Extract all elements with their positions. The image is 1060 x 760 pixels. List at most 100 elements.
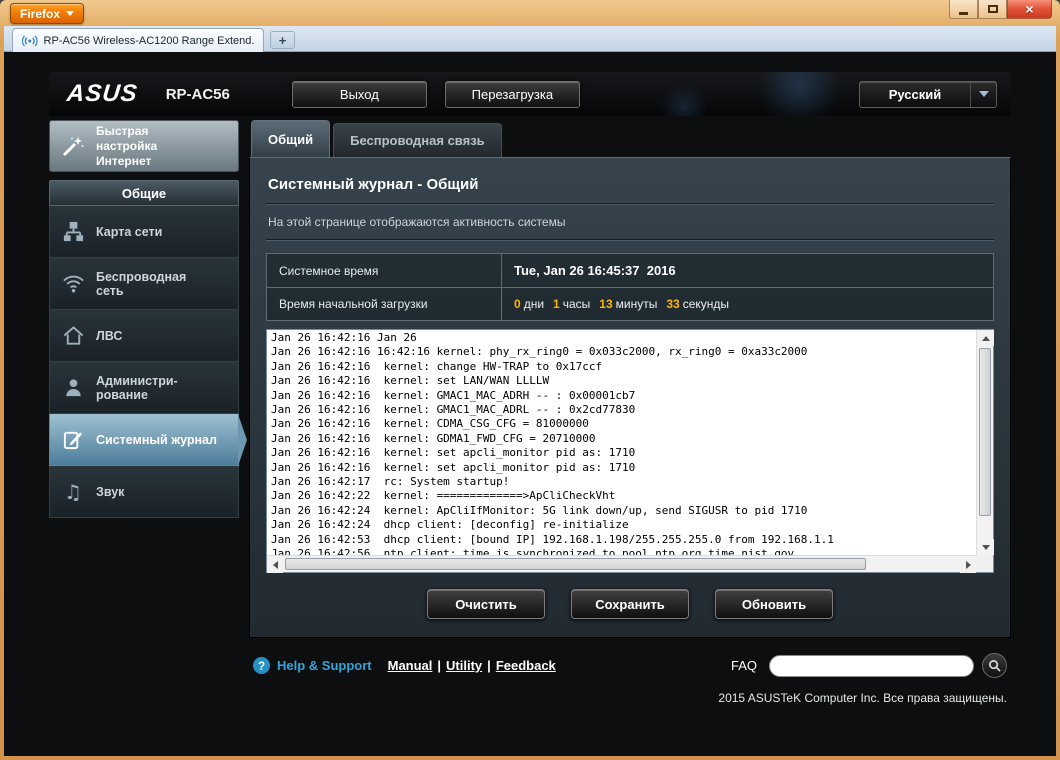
- minimize-button[interactable]: [949, 0, 978, 19]
- app-body: Быстрая настройка Интернет Общие Карта с…: [49, 120, 1011, 705]
- app-header: ASUS RP-AC56 Выход Перезагрузка Русский: [49, 72, 1011, 116]
- manual-link[interactable]: Manual: [388, 658, 433, 673]
- sidebar-item-label: Карта сети: [96, 224, 163, 239]
- tab-general[interactable]: Общий: [251, 120, 331, 157]
- search-icon: [989, 660, 1001, 672]
- sidebar-item-label: Системный журнал: [96, 432, 217, 447]
- language-select[interactable]: Русский: [859, 80, 997, 108]
- plus-icon: +: [278, 32, 287, 48]
- sidebar-item-system-log[interactable]: Системный журнал: [49, 414, 239, 466]
- new-tab-button[interactable]: +: [270, 31, 295, 49]
- help-icon: ?: [253, 657, 270, 674]
- reboot-button[interactable]: Перезагрузка: [444, 80, 580, 108]
- logout-button[interactable]: Выход: [291, 80, 427, 108]
- uptime-days-num: 0: [514, 297, 521, 311]
- uptime-seconds-unit: секунды: [682, 297, 730, 311]
- sidebar-item-label: Звук: [96, 484, 125, 499]
- utility-link[interactable]: Utility: [446, 658, 482, 673]
- asus-logo: ASUS: [65, 80, 140, 107]
- tab-wireless-log[interactable]: Беспроводная связь: [333, 123, 502, 157]
- sidebar-item-quick-setup[interactable]: Быстрая настройка Интернет: [49, 120, 239, 172]
- system-log-textarea[interactable]: Jan 26 16:42:16 Jan 26 Jan 26 16:42:16 1…: [266, 329, 994, 573]
- asus-admin-app: ASUS RP-AC56 Выход Перезагрузка Русский: [49, 72, 1011, 705]
- horizontal-scrollbar[interactable]: [267, 555, 976, 573]
- browser-tab[interactable]: RP-AC56 Wireless-AC1200 Range Extend...: [12, 28, 264, 52]
- system-time-value: Tue, Jan 26 16:45:37 2016: [501, 253, 994, 288]
- horizontal-scroll-thumb[interactable]: [285, 558, 867, 570]
- model-name: RP-AC56: [165, 85, 230, 103]
- close-button[interactable]: ×: [1007, 0, 1052, 19]
- clear-button[interactable]: Очистить: [427, 589, 545, 619]
- browser-titlebar: Firefox ×: [0, 0, 1060, 26]
- log-text[interactable]: Jan 26 16:42:16 Jan 26 Jan 26 16:42:16 1…: [267, 330, 976, 555]
- section-title: Общие: [121, 185, 167, 201]
- system-time-label: Системное время: [266, 253, 502, 288]
- sidebar-item-administration[interactable]: Администри- рование: [49, 362, 239, 414]
- firefox-menu-button[interactable]: Firefox: [10, 3, 85, 24]
- table-row: Время начальной загрузки 0 дни 1 часы 13 мину…: [266, 287, 994, 321]
- sidebar-item-sound[interactable]: ♫ Звук: [49, 466, 239, 518]
- page-content: ASUS RP-AC56 Выход Перезагрузка Русский: [4, 52, 1056, 756]
- faq-label: FAQ: [730, 658, 757, 673]
- language-value: Русский: [888, 86, 942, 102]
- arrow-up-icon: [981, 335, 990, 341]
- admin-user-icon: [50, 376, 96, 399]
- tab-title: RP-AC56 Wireless-AC1200 Range Extend...: [43, 34, 254, 47]
- scroll-up-arrow[interactable]: [977, 330, 994, 346]
- sidebar-item-label: Быстрая настройка Интернет: [96, 123, 158, 168]
- sidebar-section-general: Общие: [49, 180, 239, 206]
- uptime-value: 0 дни 1 часы 13 минуты 33 секунды: [501, 287, 994, 321]
- maximize-button[interactable]: [978, 0, 1007, 19]
- uptime-hours-unit: часы: [562, 297, 591, 311]
- uptime-minutes-unit: минуты: [615, 297, 658, 311]
- feedback-link[interactable]: Feedback: [496, 658, 556, 673]
- refresh-button[interactable]: Обновить: [715, 589, 833, 619]
- uptime-label: Время начальной загрузки: [266, 287, 502, 321]
- minimize-icon: [959, 11, 968, 15]
- wifi-icon: [50, 272, 96, 295]
- browser-window: Firefox × RP-AC56 Wireless-AC1200 Range …: [0, 0, 1060, 760]
- copyright-text: 2015 ASUSTeK Computer Inc. Все права защ…: [718, 691, 1007, 705]
- sidebar-item-wireless[interactable]: Беспроводная сеть: [49, 258, 239, 310]
- vertical-scrollbar[interactable]: [976, 330, 994, 555]
- link-separator: |: [437, 658, 442, 673]
- close-icon: ×: [1025, 1, 1034, 17]
- save-button[interactable]: Сохранить: [571, 589, 689, 619]
- home-icon: [50, 324, 96, 347]
- uptime-seconds-num: 33: [666, 297, 680, 311]
- log-panel: Системный журнал - Общий На этой страниц…: [249, 157, 1011, 638]
- firefox-menu-label: Firefox: [20, 6, 61, 21]
- faq-search-input[interactable]: [769, 654, 974, 677]
- table-row: Системное время Tue, Jan 26 16:45:37 201…: [266, 253, 994, 288]
- log-pencil-icon: [50, 428, 96, 451]
- maximize-icon: [987, 5, 998, 13]
- arrow-right-icon: [965, 560, 971, 569]
- help-support-link[interactable]: Help & Support: [277, 658, 372, 673]
- action-buttons: Очистить Сохранить Обновить: [266, 589, 994, 619]
- uptime-hours-num: 1: [553, 297, 560, 311]
- sidebar-item-label: ЛВС: [96, 328, 123, 343]
- sidebar-item-network-map[interactable]: Карта сети: [49, 206, 239, 258]
- sidebar: Быстрая настройка Интернет Общие Карта с…: [49, 120, 239, 518]
- faq-search-button[interactable]: [982, 653, 1007, 678]
- sidebar-item-label: Беспроводная сеть: [96, 269, 187, 298]
- vertical-scroll-thumb[interactable]: [979, 348, 991, 516]
- window-controls: ×: [949, 0, 1052, 19]
- main-content: Общий Беспроводная связь Системный журна…: [249, 120, 1011, 705]
- scroll-down-arrow[interactable]: [977, 539, 994, 555]
- scroll-right-arrow[interactable]: [960, 556, 976, 573]
- sidebar-item-lan[interactable]: ЛВС: [49, 310, 239, 362]
- chevron-down-icon: [66, 11, 75, 16]
- arrow-left-icon: [272, 560, 278, 569]
- system-info-table: Системное время Tue, Jan 26 16:45:37 201…: [266, 253, 994, 321]
- scroll-left-arrow[interactable]: [267, 556, 283, 573]
- divider: [266, 239, 994, 241]
- link-separator: |: [487, 658, 491, 673]
- chevron-down-icon: [978, 91, 989, 97]
- footer: ? Help & Support Manual | Utility | Feed…: [249, 653, 1011, 678]
- sidebar-item-label: Администри- рование: [96, 373, 178, 402]
- language-dropdown-arrow: [970, 81, 996, 107]
- scrollbar-corner: [976, 555, 993, 572]
- tab-label: Беспроводная связь: [350, 133, 485, 148]
- uptime-minutes-num: 13: [599, 297, 613, 311]
